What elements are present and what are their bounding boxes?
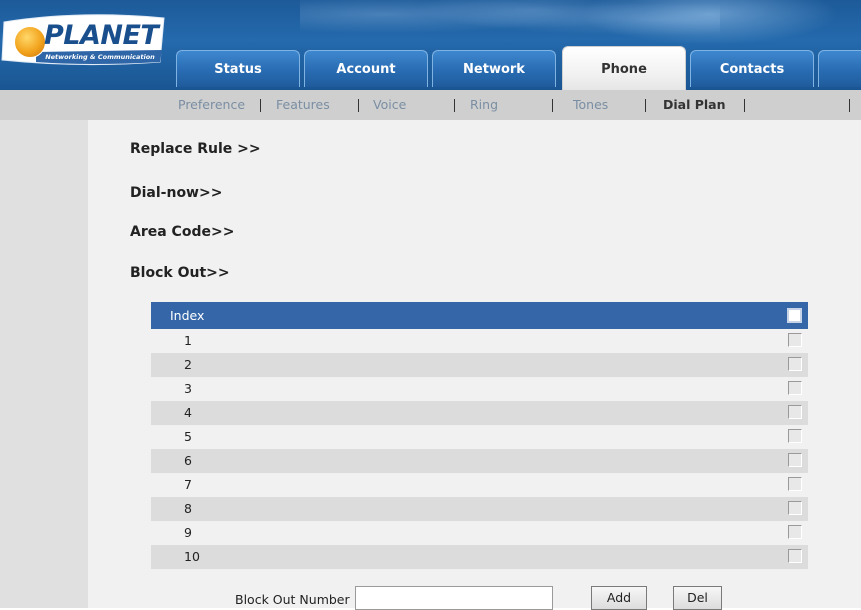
row-checkbox[interactable] (788, 381, 802, 395)
row-index: 7 (184, 477, 192, 492)
row-checkbox[interactable] (788, 549, 802, 563)
subnav-dial-plan[interactable]: Dial Plan (663, 90, 726, 120)
row-index: 6 (184, 453, 192, 468)
subnav-separator (552, 99, 553, 112)
row-index: 2 (184, 357, 192, 372)
subnav-features[interactable]: Features (276, 90, 330, 120)
subnav-separator (744, 99, 745, 112)
table-header: Index (151, 302, 808, 329)
row-checkbox[interactable] (788, 333, 802, 347)
row-checkbox[interactable] (788, 525, 802, 539)
main-content: Replace Rule >> Dial-now>> Area Code>> B… (88, 120, 861, 610)
subnav-preference[interactable]: Preference (178, 90, 245, 120)
select-all-checkbox[interactable] (787, 308, 802, 323)
subnav-voice[interactable]: Voice (373, 90, 406, 120)
row-index: 8 (184, 501, 192, 516)
table-row: 3 (151, 377, 808, 401)
tab-network[interactable]: Network (432, 50, 556, 87)
dial-now-link[interactable]: Dial-now>> (130, 185, 222, 201)
tab-u[interactable]: U (818, 50, 861, 87)
table-row: 2 (151, 353, 808, 377)
tab-account[interactable]: Account (304, 50, 428, 87)
row-index: 5 (184, 429, 192, 444)
row-checkbox[interactable] (788, 501, 802, 515)
tab-contacts[interactable]: Contacts (690, 50, 814, 87)
header-banner: PLANET Networking & Communication Status… (0, 0, 861, 90)
table-row: 7 (151, 473, 808, 497)
block-out-link[interactable]: Block Out>> (130, 265, 230, 281)
table-row: 6 (151, 449, 808, 473)
row-index: 9 (184, 525, 192, 540)
tab-phone[interactable]: Phone (562, 46, 686, 90)
del-button[interactable]: Del (673, 586, 722, 610)
add-button[interactable]: Add (591, 586, 647, 610)
replace-rule-link[interactable]: Replace Rule >> (130, 141, 261, 157)
header-glow (560, 0, 860, 50)
block-out-number-label: Block Out Number (235, 592, 350, 607)
brand-name: PLANET (44, 20, 159, 51)
tab-status[interactable]: Status (176, 50, 300, 87)
planet-logo: PLANET Networking & Communication (0, 14, 168, 66)
subnav-tones[interactable]: Tones (573, 90, 608, 120)
subnav-separator (849, 99, 850, 112)
row-checkbox[interactable] (788, 357, 802, 371)
row-checkbox[interactable] (788, 429, 802, 443)
row-index: 1 (184, 333, 192, 348)
left-sidebar (0, 120, 88, 608)
table-row: 4 (151, 401, 808, 425)
sub-navigation: Preference Features Voice Ring Tones Dial Pla… (0, 90, 861, 120)
block-out-number-input[interactable] (355, 586, 553, 610)
main-tabs: StatusAccountNetworkPhoneContactsU (170, 46, 861, 90)
table-row: 9 (151, 521, 808, 545)
row-index: 4 (184, 405, 192, 420)
area-code-link[interactable]: Area Code>> (130, 224, 234, 240)
table-body: 1 2 3 4 5 6 7 8 9 10 (151, 329, 808, 569)
row-checkbox[interactable] (788, 453, 802, 467)
table-row: 5 (151, 425, 808, 449)
row-index: 10 (184, 549, 200, 564)
block-out-table: Index 1 2 3 4 5 6 7 8 9 10 (151, 302, 808, 569)
table-row: 8 (151, 497, 808, 521)
subnav-ring[interactable]: Ring (470, 90, 498, 120)
brand-tagline: Networking & Communication (45, 53, 155, 61)
row-index: 3 (184, 381, 192, 396)
subnav-separator (358, 99, 359, 112)
row-checkbox[interactable] (788, 477, 802, 491)
row-checkbox[interactable] (788, 405, 802, 419)
subnav-separator (645, 99, 646, 112)
index-column-header: Index (170, 308, 205, 323)
subnav-separator (454, 99, 455, 112)
table-row: 10 (151, 545, 808, 569)
subnav-separator (260, 99, 261, 112)
table-row: 1 (151, 329, 808, 353)
